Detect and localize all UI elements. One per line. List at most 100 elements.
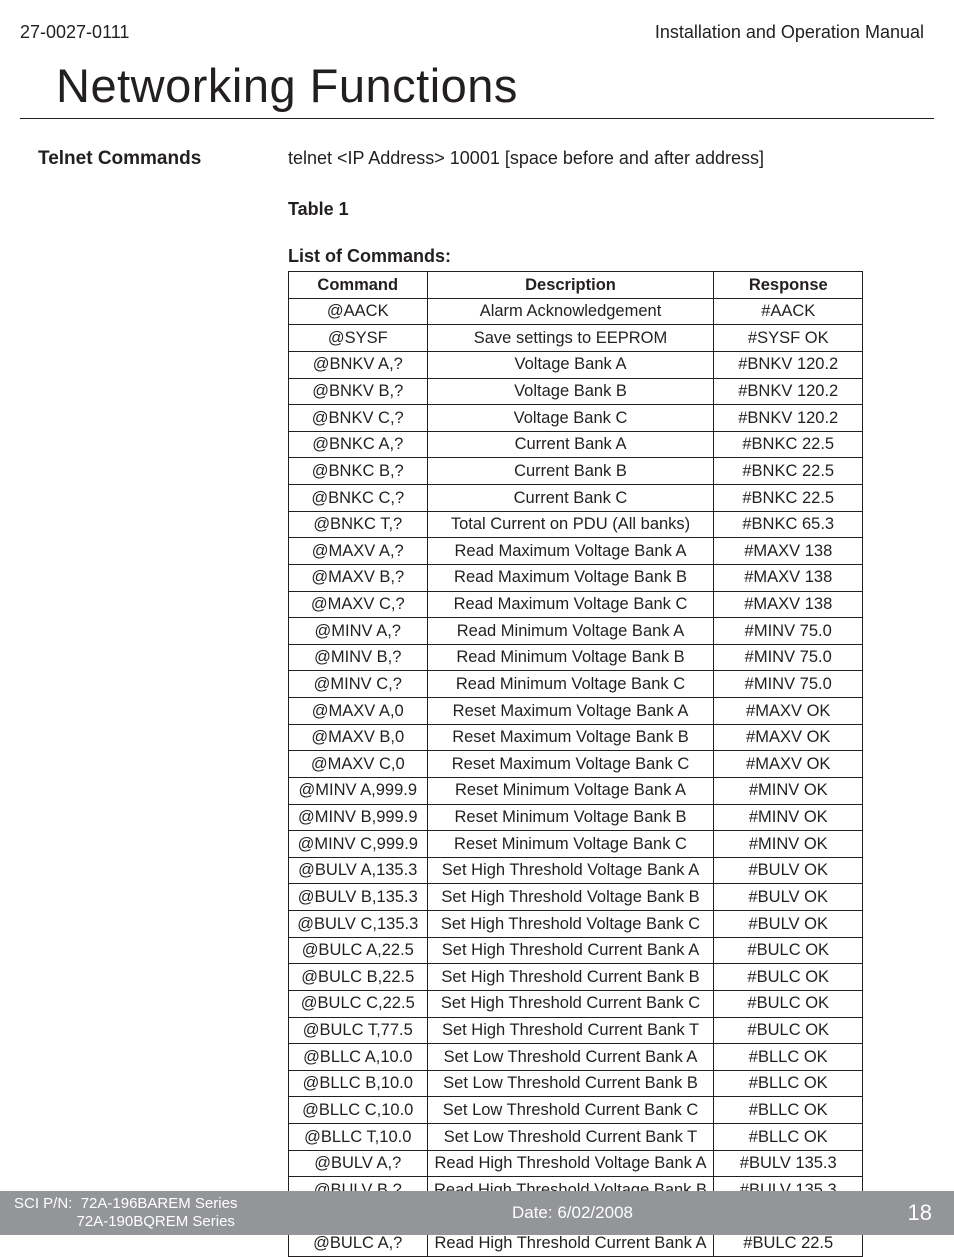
table-row: @MINV C,999.9Reset Minimum Voltage Bank … [289,831,863,858]
cell-resp: #MINV 75.0 [714,618,863,645]
cell-resp: #BLLC OK [714,1070,863,1097]
cell-desc: Reset Minimum Voltage Bank B [427,804,714,831]
cell-cmd: @MINV A,? [289,618,428,645]
cell-resp: #BNKC 22.5 [714,485,863,512]
table-row: @BULC B,22.5Set High Threshold Current B… [289,964,863,991]
doc-number: 27-0027-0111 [20,22,129,43]
cell-desc: Reset Minimum Voltage Bank A [427,777,714,804]
cell-desc: Read Maximum Voltage Bank B [427,564,714,591]
cell-cmd: @BNKV B,? [289,378,428,405]
cell-desc: Read High Threshold Voltage Bank A [427,1150,714,1177]
cell-desc: Current Bank B [427,458,714,485]
table-label: Table 1 [288,199,898,220]
section-heading: Telnet Commands [38,148,248,170]
cell-desc: Set Low Threshold Current Bank A [427,1044,714,1071]
cell-desc: Set Low Threshold Current Bank B [427,1070,714,1097]
cell-resp: #BULV 135.3 [714,1150,863,1177]
table-row: @MAXV A,0Reset Maximum Voltage Bank A#MA… [289,698,863,725]
cell-desc: Voltage Bank C [427,405,714,432]
cell-cmd: @BNKV A,? [289,351,428,378]
col-response: Response [714,272,863,299]
cell-desc: Reset Maximum Voltage Bank C [427,751,714,778]
table-header-row: Command Description Response [289,272,863,299]
pn-line-2: 72A-190BQREM Series [77,1213,235,1230]
table-row: @BNKC C,?Current Bank C#BNKC 22.5 [289,485,863,512]
cell-cmd: @BLLC A,10.0 [289,1044,428,1071]
cell-resp: #SYSF OK [714,325,863,352]
cell-cmd: @MAXV B,? [289,564,428,591]
cell-resp: #BULC OK [714,1017,863,1044]
cell-cmd: @BULV A,? [289,1150,428,1177]
cell-resp: #BLLC OK [714,1124,863,1151]
cell-resp: #BULV OK [714,857,863,884]
cell-desc: Set High Threshold Current Bank A [427,937,714,964]
cell-resp: #MINV OK [714,777,863,804]
cell-cmd: @BULC T,77.5 [289,1017,428,1044]
table-row: @BLLC A,10.0Set Low Threshold Current Ba… [289,1044,863,1071]
cell-cmd: @BULC B,22.5 [289,964,428,991]
cell-cmd: @BNKC A,? [289,431,428,458]
table-row: @BULV B,135.3Set High Threshold Voltage … [289,884,863,911]
cell-cmd: @BNKC T,? [289,511,428,538]
cell-resp: #MAXV 138 [714,591,863,618]
cell-resp: #BLLC OK [714,1044,863,1071]
cell-desc: Set High Threshold Current Bank C [427,990,714,1017]
cell-cmd: @MINV C,? [289,671,428,698]
page-title: Networking Functions [56,58,518,113]
pn-line-1: 72A-196BAREM Series [81,1195,238,1212]
cell-desc: Set Low Threshold Current Bank C [427,1097,714,1124]
table-row: @BNKC B,?Current Bank B#BNKC 22.5 [289,458,863,485]
table-row: @MAXV B,0Reset Maximum Voltage Bank B#MA… [289,724,863,751]
cell-resp: #BULC OK [714,937,863,964]
body-column: telnet <IP Address> 10001 [space before … [288,148,898,1257]
cell-cmd: @MAXV A,0 [289,698,428,725]
cell-desc: Set High Threshold Current Bank B [427,964,714,991]
telnet-intro: telnet <IP Address> 10001 [space before … [288,148,898,169]
cell-resp: #BNKV 120.2 [714,405,863,432]
table-row: @MAXV B,?Read Maximum Voltage Bank B#MAX… [289,564,863,591]
cell-desc: Read Minimum Voltage Bank A [427,618,714,645]
table-row: @BULV A,?Read High Threshold Voltage Ban… [289,1150,863,1177]
cell-cmd: @SYSF [289,325,428,352]
cell-cmd: @BLLC T,10.0 [289,1124,428,1151]
cell-resp: #MAXV 138 [714,564,863,591]
cell-resp: #MAXV OK [714,698,863,725]
table-row: @MINV B,?Read Minimum Voltage Bank B#MIN… [289,644,863,671]
table-row: @BNKC A,?Current Bank A#BNKC 22.5 [289,431,863,458]
cell-desc: Reset Maximum Voltage Bank A [427,698,714,725]
cell-cmd: @MAXV A,? [289,538,428,565]
cell-resp: #BNKC 22.5 [714,458,863,485]
cell-desc: Current Bank A [427,431,714,458]
cell-cmd: @BNKV C,? [289,405,428,432]
cell-resp: #MINV OK [714,804,863,831]
cell-resp: #AACK [714,298,863,325]
cell-resp: #MINV 75.0 [714,671,863,698]
cell-cmd: @BULC C,22.5 [289,990,428,1017]
cell-desc: Reset Maximum Voltage Bank B [427,724,714,751]
table-row: @BLLC T,10.0Set Low Threshold Current Ba… [289,1124,863,1151]
table-row: @BULV A,135.3Set High Threshold Voltage … [289,857,863,884]
page-header: 27-0027-0111 Installation and Operation … [20,22,924,43]
table-row: @AACKAlarm Acknowledgement#AACK [289,298,863,325]
cell-cmd: @MAXV C,? [289,591,428,618]
cell-cmd: @MINV B,999.9 [289,804,428,831]
table-row: @BULC C,22.5Set High Threshold Current B… [289,990,863,1017]
table-row: @SYSFSave settings to EEPROM#SYSF OK [289,325,863,352]
table-row: @BNKV A,?Voltage Bank A#BNKV 120.2 [289,351,863,378]
cell-cmd: @BLLC C,10.0 [289,1097,428,1124]
cell-desc: Set Low Threshold Current Bank T [427,1124,714,1151]
table-row: @MINV C,?Read Minimum Voltage Bank C#MIN… [289,671,863,698]
table-row: @BNKV C,?Voltage Bank C#BNKV 120.2 [289,405,863,432]
table-row: @MINV B,999.9Reset Minimum Voltage Bank … [289,804,863,831]
col-description: Description [427,272,714,299]
cell-resp: #BULV OK [714,911,863,938]
cell-cmd: @AACK [289,298,428,325]
footer-date: Date: 6/02/2008 [512,1203,633,1223]
cell-cmd: @BNKC B,? [289,458,428,485]
footer-page-number: 18 [908,1200,932,1226]
table-row: @BLLC B,10.0Set Low Threshold Current Ba… [289,1070,863,1097]
cell-resp: #BULC OK [714,990,863,1017]
cell-cmd: @MINV B,? [289,644,428,671]
cell-desc: Reset Minimum Voltage Bank C [427,831,714,858]
list-label: List of Commands: [288,246,898,267]
